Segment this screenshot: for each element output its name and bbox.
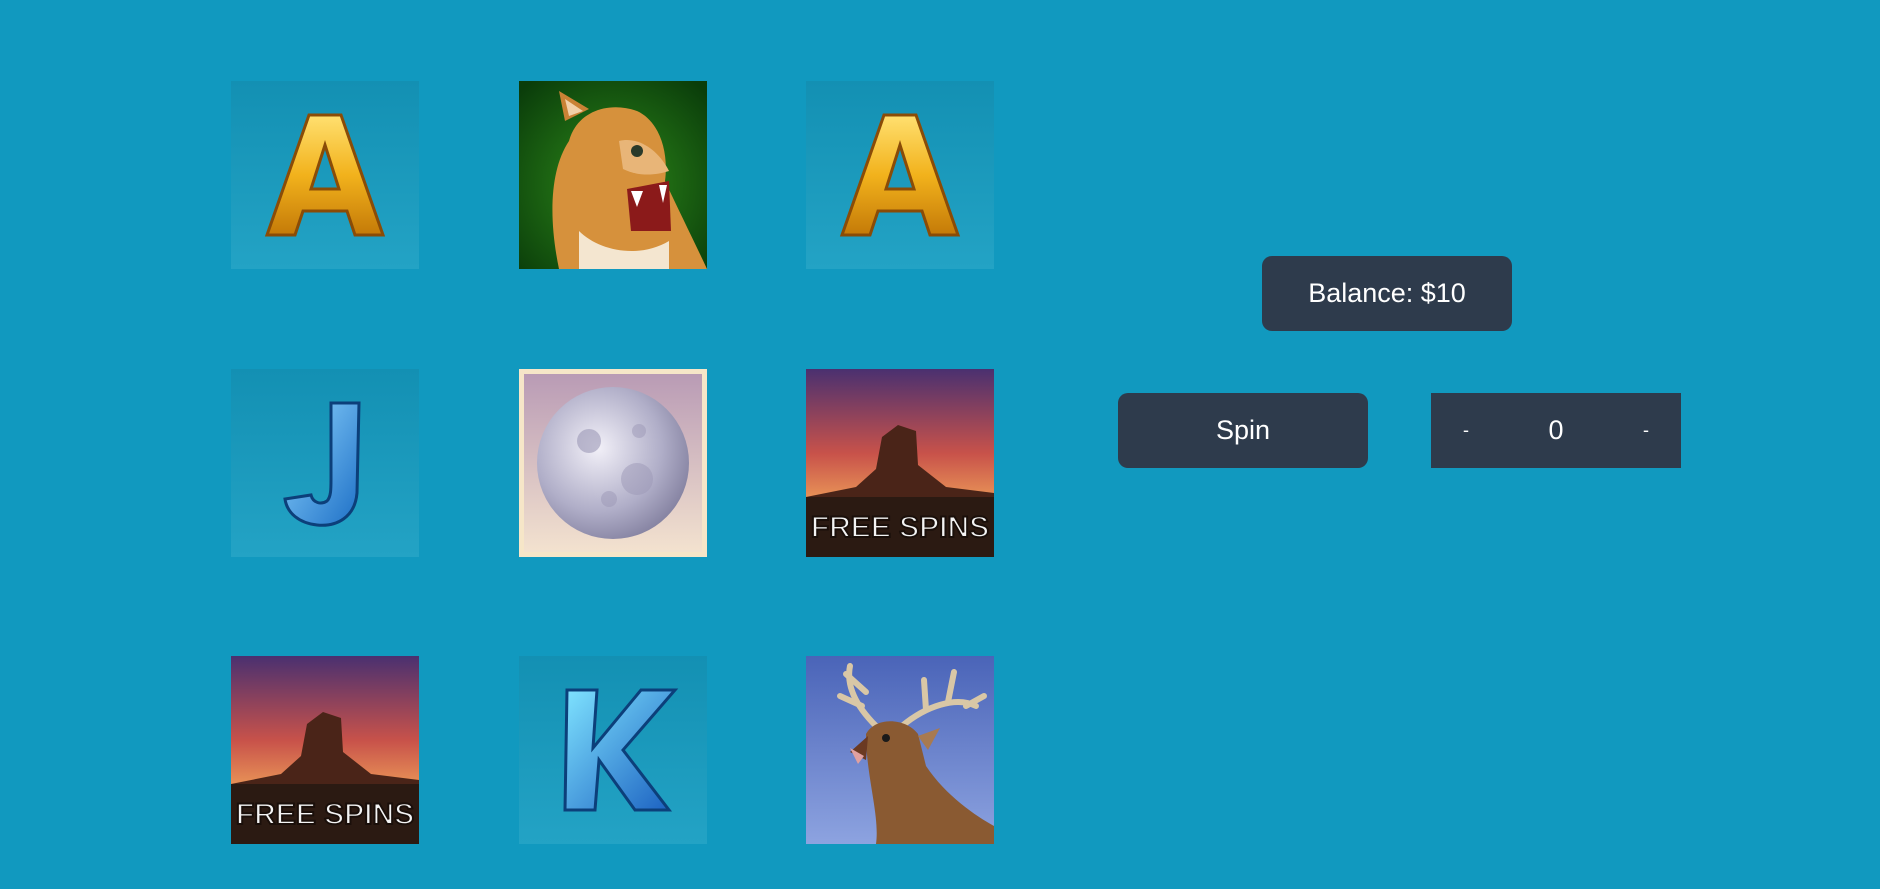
slot-cell-r3-c3 bbox=[806, 656, 994, 844]
balance-text: Balance: $10 bbox=[1308, 278, 1466, 308]
elk-symbol-icon bbox=[806, 656, 994, 844]
cougar-symbol-icon bbox=[519, 81, 707, 269]
slot-cell-r1-c3 bbox=[806, 81, 994, 269]
slot-cell-r3-c1: FREE SPINS bbox=[231, 656, 419, 844]
letter-k-symbol-icon bbox=[519, 656, 707, 844]
slot-cell-r1-c2 bbox=[519, 81, 707, 269]
balance-display: Balance: $10 bbox=[1262, 256, 1512, 331]
free-spins-label: FREE SPINS bbox=[811, 511, 989, 544]
slot-cell-r3-c2 bbox=[519, 656, 707, 844]
spin-button-label: Spin bbox=[1215, 415, 1271, 445]
free-spins-symbol-icon: FREE SPINS bbox=[231, 656, 419, 844]
letter-a-symbol-icon bbox=[806, 81, 994, 269]
bet-increment-button[interactable]: - bbox=[1611, 393, 1681, 468]
free-spins-symbol-icon: FREE SPINS bbox=[806, 369, 994, 557]
slot-cell-r2-c2 bbox=[519, 369, 707, 557]
slot-cell-r1-c1 bbox=[231, 81, 419, 269]
letter-j-symbol-icon bbox=[231, 369, 419, 557]
free-spins-label: FREE SPINS bbox=[236, 798, 414, 831]
moon-symbol-icon bbox=[519, 369, 707, 557]
bet-value: 0 bbox=[1548, 415, 1564, 445]
letter-a-symbol-icon bbox=[231, 81, 419, 269]
slot-cell-r2-c1 bbox=[231, 369, 419, 557]
slot-cell-r2-c3: FREE SPINS bbox=[806, 369, 994, 557]
spin-button[interactable]: Spin bbox=[1118, 393, 1368, 468]
bet-decrement-button[interactable]: - bbox=[1431, 393, 1501, 468]
bet-stepper: - 0 - bbox=[1431, 393, 1681, 468]
